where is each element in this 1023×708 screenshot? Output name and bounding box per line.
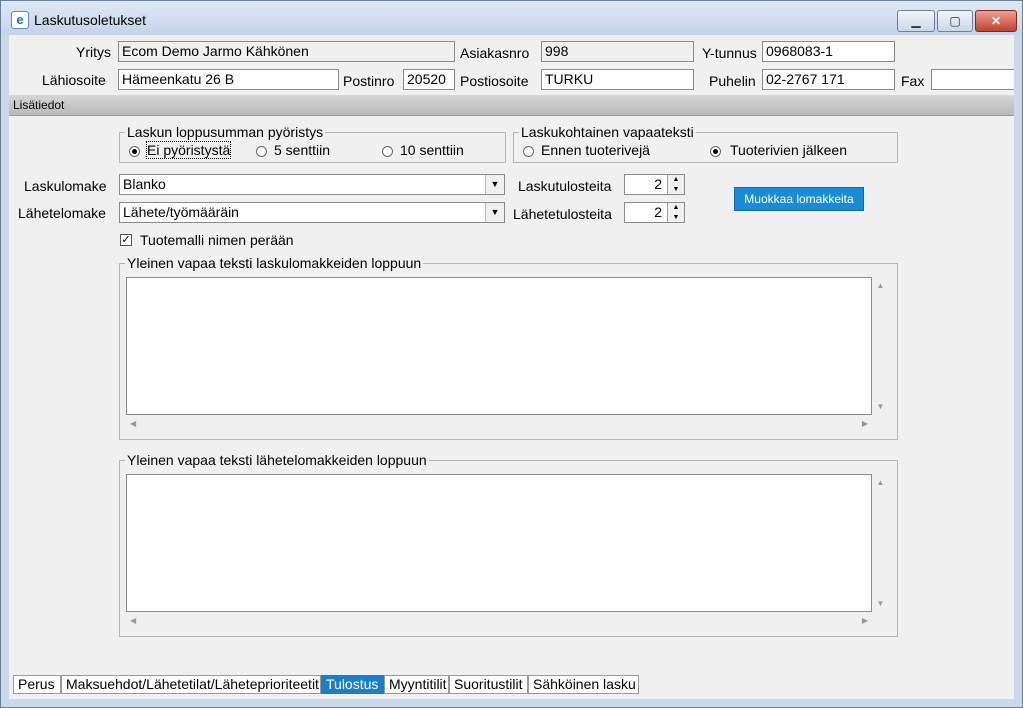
chevron-down-icon[interactable]: ▼ [485,203,504,222]
tab-maksuehdot[interactable]: Maksuehdot/Lähetetilat/Läheteprioriteeti… [61,675,321,694]
puhelin-label: Puhelin [709,73,756,89]
radio-tuoterivien-jalkeen[interactable] [710,146,721,157]
tab-perus[interactable]: Perus [13,675,61,694]
ytunnus-field[interactable]: 0968083-1 [762,41,895,62]
scroll-up-icon[interactable]: ▲ [872,478,889,487]
postiosoite-label: Postiosoite [460,73,529,89]
invoice-text-groupbox: Yleinen vapaa teksti laskulomakkeiden lo… [119,255,898,440]
fax-label: Fax [901,73,925,89]
postiosoite-field[interactable]: TURKU [541,69,694,90]
radio-ennen-tuoterivea[interactable] [523,146,534,157]
laskutulosteita-label: Laskutulosteita [518,178,612,194]
scroll-down-icon[interactable]: ▼ [872,599,889,608]
lahiosoite-field[interactable]: Hämeenkatu 26 B [118,69,339,90]
minimize-button[interactable]: ▁ [897,10,935,32]
fax-field[interactable] [931,69,1014,90]
tab-myyntitilit[interactable]: Myyntitilit [384,675,449,694]
laskulomake-combo[interactable]: Blanko ▼ [119,174,505,195]
tuotemalli-label[interactable]: Tuotemalli nimen perään [140,232,294,248]
invoice-text-hscrollbar[interactable]: ◀ ▶ [126,415,872,432]
lahetelomake-combo[interactable]: Lähete/työmääräin ▼ [119,202,505,223]
laskutulosteita-value: 2 [654,176,662,192]
tab-suoritustilit[interactable]: Suoritustilit [449,675,528,694]
muokkaa-lomakkeita-button[interactable]: Muokkaa lomakkeita [734,187,864,211]
dialog-window: e Laskutusoletukset ▁ ▢ ✕ Yritys Ecom De… [0,0,1023,708]
asiakasnro-field[interactable]: 998 [541,41,694,62]
radio-ennen-tuoterivea-label[interactable]: Ennen tuoterivejä [541,142,650,158]
lahetetulosteita-value: 2 [654,204,662,220]
yritys-field[interactable]: Ecom Demo Jarmo Kähkönen [118,41,455,62]
scroll-right-icon[interactable]: ▶ [862,612,868,629]
spin-down-icon[interactable]: ▼ [667,213,684,222]
radio-10-senttiin[interactable] [382,146,393,157]
delivery-text-groupbox: Yleinen vapaa teksti lähetelomakkeiden l… [119,452,898,637]
window-title: Laskutusoletukset [34,12,147,28]
laskulomake-label: Laskulomake [24,178,107,194]
tuotemalli-checkbox[interactable]: ✓ [120,234,132,246]
spin-down-icon[interactable]: ▼ [667,185,684,194]
radio-5-senttiin[interactable] [256,146,267,157]
ytunnus-label: Y-tunnus [702,45,757,61]
chevron-down-icon[interactable]: ▼ [485,175,504,194]
radio-ei-pyoristysta[interactable] [129,146,140,157]
scroll-right-icon[interactable]: ▶ [862,415,868,432]
rounding-legend: Laskun loppusumman pyöristys [125,124,326,140]
spin-up-icon[interactable]: ▲ [667,203,684,213]
asiakasnro-label: Asiakasnro [460,45,530,61]
delivery-text-hscrollbar[interactable]: ◀ ▶ [126,612,872,629]
delivery-text-legend: Yleinen vapaa teksti lähetelomakkeiden l… [125,452,429,468]
postinro-field[interactable]: 20520 [403,69,455,90]
scroll-up-icon[interactable]: ▲ [872,281,889,290]
radio-5-senttiin-label[interactable]: 5 senttiin [274,142,330,158]
delivery-text-vscrollbar[interactable]: ▲ ▼ [872,474,889,612]
dialog-client-area: Yritys Ecom Demo Jarmo Kähkönen Asiakasn… [9,35,1014,699]
tab-tulostus[interactable]: Tulostus [321,675,384,694]
radio-ei-pyoristysta-label[interactable]: Ei pyöristystä [145,141,232,159]
lahetetulosteita-spinner[interactable]: 2 ▲ ▼ [624,202,685,223]
app-e-icon: e [11,11,29,29]
laskulomake-value: Blanko [123,176,166,192]
scroll-down-icon[interactable]: ▼ [872,402,889,411]
invoice-text-area[interactable] [126,277,872,415]
spin-up-icon[interactable]: ▲ [667,175,684,185]
scroll-left-icon[interactable]: ◀ [130,612,136,629]
radio-10-senttiin-label[interactable]: 10 senttiin [400,142,464,158]
scroll-left-icon[interactable]: ◀ [130,415,136,432]
lahetetulosteita-label: Lähetetulosteita [513,206,612,222]
tab-strip: Perus Maksuehdot/Lähetetilat/Läheteprior… [9,675,1014,699]
lahetelomake-value: Lähete/työmääräin [123,204,239,220]
radio-tuoterivien-jalkeen-label[interactable]: Tuoterivien jälkeen [730,142,847,158]
tab-sahkoinen-lasku[interactable]: Sähköinen lasku [528,675,639,694]
title-bar[interactable]: e Laskutusoletukset ▁ ▢ ✕ [1,1,1022,35]
maximize-button[interactable]: ▢ [937,10,973,32]
lahiosoite-label: Lähiosoite [42,72,106,88]
lahetelomake-label: Lähetelomake [18,205,106,221]
rounding-groupbox: Laskun loppusumman pyöristys Ei pyöristy… [119,124,506,163]
puhelin-field[interactable]: 02-2767 171 [762,69,895,90]
freetext-position-groupbox: Laskukohtainen vapaateksti Ennen tuoteri… [513,124,898,163]
delivery-text-area[interactable] [126,474,872,612]
yritys-label: Yritys [76,44,111,60]
freetext-position-legend: Laskukohtainen vapaateksti [519,124,696,140]
postinro-label: Postinro [343,73,395,89]
laskutulosteita-spinner[interactable]: 2 ▲ ▼ [624,174,685,195]
invoice-text-legend: Yleinen vapaa teksti laskulomakkeiden lo… [125,255,424,271]
lisatiedot-section-header: Lisätiedot [9,95,1014,116]
close-button[interactable]: ✕ [975,10,1017,32]
invoice-text-vscrollbar[interactable]: ▲ ▼ [872,277,889,415]
